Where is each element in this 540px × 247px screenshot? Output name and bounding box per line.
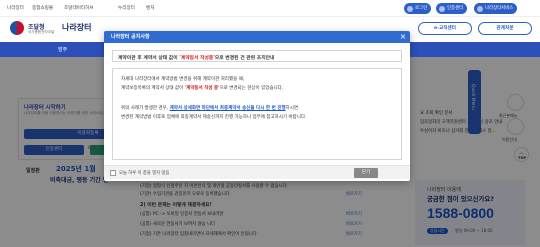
services-button[interactable]: 나라장터서비스 xyxy=(474,3,518,14)
close-button[interactable]: 닫기 xyxy=(354,168,378,178)
util-link-shopping[interactable]: 종합쇼핑몰 xyxy=(32,5,53,11)
grid-icon xyxy=(477,5,483,12)
dont-show-checkbox[interactable] xyxy=(110,170,116,176)
utility-bar: 나라장터 종합쇼핑몰 조달데이터허브 누리장터 벤처 로그인 인증센터 나라장터… xyxy=(0,0,540,17)
modal-p1-line2: 계약보증목록의 계약서 상태 값이 '계약동서 작성 중'으로 변경되는 현상이… xyxy=(121,86,284,91)
user-icon xyxy=(407,5,413,12)
nav-item-order[interactable]: 발주 xyxy=(58,46,67,53)
login-button[interactable]: 로그인 xyxy=(404,3,432,14)
dont-show-label[interactable]: 오늘 하루 이 창을 열지 않음 xyxy=(119,170,169,176)
modal-p1-line1: 차세대 나라장터에서 계약방법 변경을 위해 계약이관 처리했을 때, xyxy=(121,77,245,82)
modal-p2-line1: 위의 사례가 발생한 경우, 계약서 상세화면 하단에서 최종계약서 송신을 다… xyxy=(121,106,299,111)
modal-title: 나라장터 공지사항 xyxy=(104,31,410,43)
util-link-nara[interactable]: 나라장터 xyxy=(7,5,24,11)
e-order-button[interactable]: e-교직센터 xyxy=(418,22,472,35)
cert-center-button[interactable]: 인증센터 xyxy=(436,3,468,14)
modal-p2-line2: 변경된 계약방법 이후로 업체에 최종계약서 제송신까지 진행 가능하니 업무에… xyxy=(121,115,307,120)
brand-logo[interactable]: 나라장터 xyxy=(62,22,91,33)
modal-body-box: 차세대 나라장터에서 계약방법 변경을 위해 계약이관 처리했을 때, 계약보증… xyxy=(112,68,402,160)
util-link-nuri[interactable]: 누리장터 xyxy=(118,5,135,11)
modal-footer: 오늘 하루 이 창을 열지 않음 닫기 xyxy=(104,165,410,179)
modal-headline: 계약이관 후 계약서 상태 값이 '계약동서 작성중'으로 변경된 건 관련 조… xyxy=(118,56,275,61)
logo-subtitle: 국가종합전자조달 xyxy=(28,30,55,34)
util-link-venture[interactable]: 벤처 xyxy=(146,5,154,11)
certificate-icon xyxy=(439,5,445,12)
util-link-datahub[interactable]: 조달데이터허브 xyxy=(64,5,94,11)
hub-button[interactable]: 관계처분 xyxy=(478,22,532,35)
government-emblem-icon xyxy=(10,21,24,35)
close-icon[interactable]: × xyxy=(398,32,408,42)
modal-headline-box: 계약이관 후 계약서 상태 값이 '계약동서 작성중'으로 변경된 건 관련 조… xyxy=(112,50,402,62)
